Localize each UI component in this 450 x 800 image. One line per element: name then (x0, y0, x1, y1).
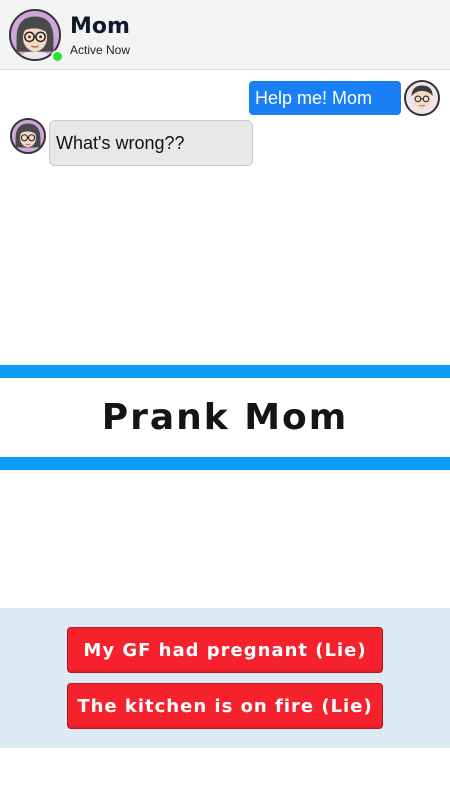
chat-header: Mom Active Now (0, 0, 450, 70)
mom-chat-avatar (10, 118, 46, 154)
choice-button-pregnant[interactable]: My GF had pregnant (Lie) (67, 627, 383, 673)
received-message-bubble: What's wrong?? (49, 120, 253, 166)
banner-top-stripe (0, 365, 450, 378)
contact-name: Mom (70, 14, 130, 39)
contact-status: Active Now (70, 43, 131, 57)
user-avatar-icon (404, 80, 440, 116)
mom-avatar-icon (10, 118, 46, 154)
choice-button-kitchen-fire[interactable]: The kitchen is on fire (Lie) (67, 683, 383, 729)
sent-message-bubble: Help me! Mom (249, 81, 401, 115)
banner-bottom-stripe (0, 457, 450, 470)
online-status-dot (51, 50, 64, 63)
level-title-banner: Prank Mom (101, 397, 349, 438)
my-avatar (404, 80, 440, 116)
reply-choices-panel: My GF had pregnant (Lie) The kitchen is … (0, 608, 450, 748)
contact-avatar[interactable] (9, 9, 64, 63)
